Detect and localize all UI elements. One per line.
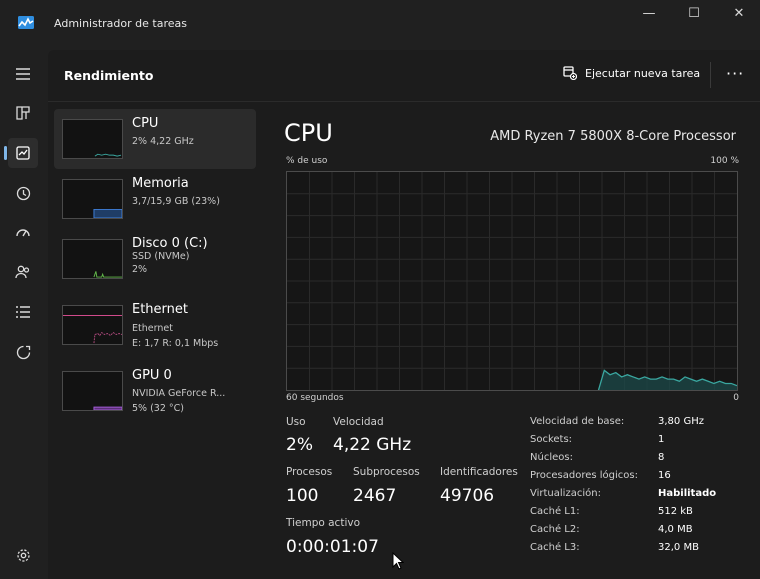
spec-cores-label: Núcleos: (530, 452, 573, 463)
resource-detail-2: 2% (132, 264, 148, 275)
spec-cores-value: 8 (658, 452, 665, 463)
usage-value: 2% (286, 435, 313, 455)
users-icon (15, 265, 30, 279)
resource-gpu[interactable]: GPU 0 NVIDIA GeForce R... 5% (32 °C) (54, 361, 256, 421)
nav-performance[interactable] (4, 138, 38, 168)
close-button[interactable]: ✕ (724, 5, 754, 23)
threads-value: 2467 (353, 486, 397, 506)
performance-content: CPU 2% 4,22 GHz Memoria 3,7/15,9 GB (23%… (48, 102, 760, 579)
hamburger-icon (16, 68, 30, 80)
cpu-mini-graph (62, 119, 123, 159)
spec-base-speed-label: Velocidad de base: (530, 416, 625, 427)
new-task-icon (563, 66, 577, 80)
nav-services[interactable] (8, 337, 38, 367)
ethernet-mini-line (93, 331, 122, 344)
gpu-mini-area (93, 406, 122, 410)
uptime-value: 0:00:01:07 (286, 537, 379, 557)
nav-processes[interactable] (8, 98, 38, 128)
nav-settings[interactable] (8, 540, 38, 570)
ethernet-mini-graph (62, 305, 123, 345)
minimize-button[interactable]: — (634, 5, 664, 23)
nav-details[interactable] (8, 297, 38, 327)
resource-detail-2: E: 1,7 R: 0,1 Mbps (132, 338, 219, 349)
disk-mini-graph (62, 239, 123, 279)
processes-label: Procesos (286, 466, 333, 478)
threads-label: Subprocesos (353, 466, 420, 478)
spec-l1-cache-value: 512 kB (658, 506, 693, 517)
speed-label: Velocidad (333, 416, 384, 428)
spec-logical-processors-value: 16 (658, 470, 671, 481)
cpu-heading: CPU (284, 119, 333, 147)
time-axis-label: 60 segundos (286, 393, 344, 403)
spec-l3-cache-label: Caché L3: (530, 542, 580, 553)
disk-mini-line (93, 271, 122, 278)
spec-l1-cache-label: Caché L1: (530, 506, 580, 517)
handles-label: Identificadores (440, 466, 518, 478)
resource-memory[interactable]: Memoria 3,7/15,9 GB (23%) (54, 169, 256, 229)
page-header: Rendimiento Ejecutar nueva tarea ··· (48, 50, 760, 102)
resource-detail: NVIDIA GeForce R... (132, 388, 226, 399)
resource-disk[interactable]: Disco 0 (C:) SSD (NVMe) 2% (54, 229, 256, 289)
spec-l2-cache-value: 4,0 MB (658, 524, 693, 535)
uptime-label: Tiempo activo (286, 517, 361, 529)
cpu-utilization-graph (286, 171, 738, 391)
run-new-task-button[interactable]: Ejecutar nueva tarea (563, 66, 700, 80)
resource-cpu[interactable]: CPU 2% 4,22 GHz (54, 109, 256, 169)
list-icon (16, 306, 30, 318)
mouse-pointer-icon (392, 552, 404, 570)
usage-axis-label: % de uso (286, 156, 328, 166)
resource-name: Disco 0 (C:) (132, 236, 208, 251)
spec-logical-processors-label: Procesadores lógicos: (530, 470, 638, 481)
processes-value: 100 (286, 486, 319, 506)
processor-model: AMD Ryzen 7 5800X 8-Core Processor (490, 129, 736, 144)
spec-l2-cache-label: Caché L2: (530, 524, 580, 535)
task-manager-app-icon (18, 16, 34, 29)
gpu-mini-graph (62, 371, 123, 411)
resource-name: CPU (132, 116, 159, 131)
run-new-task-label: Ejecutar nueva tarea (585, 66, 701, 80)
cpu-utilization-area (598, 370, 737, 390)
resource-detail-2: 5% (32 °C) (132, 403, 184, 414)
memory-mini-graph (62, 179, 123, 219)
resource-name: GPU 0 (132, 368, 172, 383)
cpu-graph-grid (287, 172, 737, 390)
gear-icon (16, 548, 30, 562)
maximize-button[interactable]: ☐ (679, 5, 709, 23)
speedometer-icon (16, 229, 30, 237)
more-options-button[interactable]: ··· (726, 64, 744, 83)
spec-sockets-value: 1 (658, 434, 665, 445)
max-axis-label: 100 % (710, 156, 739, 166)
handles-value: 49706 (440, 486, 495, 506)
spec-virtualization-label: Virtualización: (530, 488, 601, 499)
resource-detail: Ethernet (132, 323, 173, 334)
spec-virtualization-value: Habilitado (658, 488, 717, 499)
memory-mini-area (93, 208, 122, 218)
window-title: Administrador de tareas (54, 17, 187, 30)
nav-app-history[interactable] (8, 178, 38, 208)
resource-ethernet[interactable]: Ethernet Ethernet E: 1,7 R: 0,1 Mbps (54, 295, 256, 355)
resource-name: Ethernet (132, 302, 188, 317)
resource-detail: 2% 4,22 GHz (132, 136, 194, 147)
spec-l3-cache-value: 32,0 MB (658, 542, 699, 553)
cpu-mini-line (94, 153, 122, 157)
navigation-rail (0, 50, 48, 579)
spec-base-speed-value: 3,80 GHz (658, 416, 704, 427)
performance-chart-icon (16, 146, 30, 160)
usage-label: Uso (286, 416, 306, 428)
history-icon (16, 186, 30, 200)
title-bar: Administrador de tareas — ☐ ✕ (0, 0, 760, 50)
processes-grid-icon (16, 106, 30, 120)
header-divider (710, 62, 711, 88)
nav-startup-apps[interactable] (8, 217, 38, 247)
resource-detail: SSD (NVMe) (132, 251, 190, 262)
hamburger-menu-button[interactable] (8, 59, 38, 89)
zero-axis-label: 0 (733, 393, 739, 403)
resource-name: Memoria (132, 176, 189, 191)
resource-detail: 3,7/15,9 GB (23%) (132, 196, 220, 207)
spec-sockets-label: Sockets: (530, 434, 573, 445)
page-title: Rendimiento (64, 68, 154, 83)
services-puzzle-icon (16, 345, 30, 359)
speed-value: 4,22 GHz (333, 435, 412, 455)
nav-users[interactable] (8, 257, 38, 287)
